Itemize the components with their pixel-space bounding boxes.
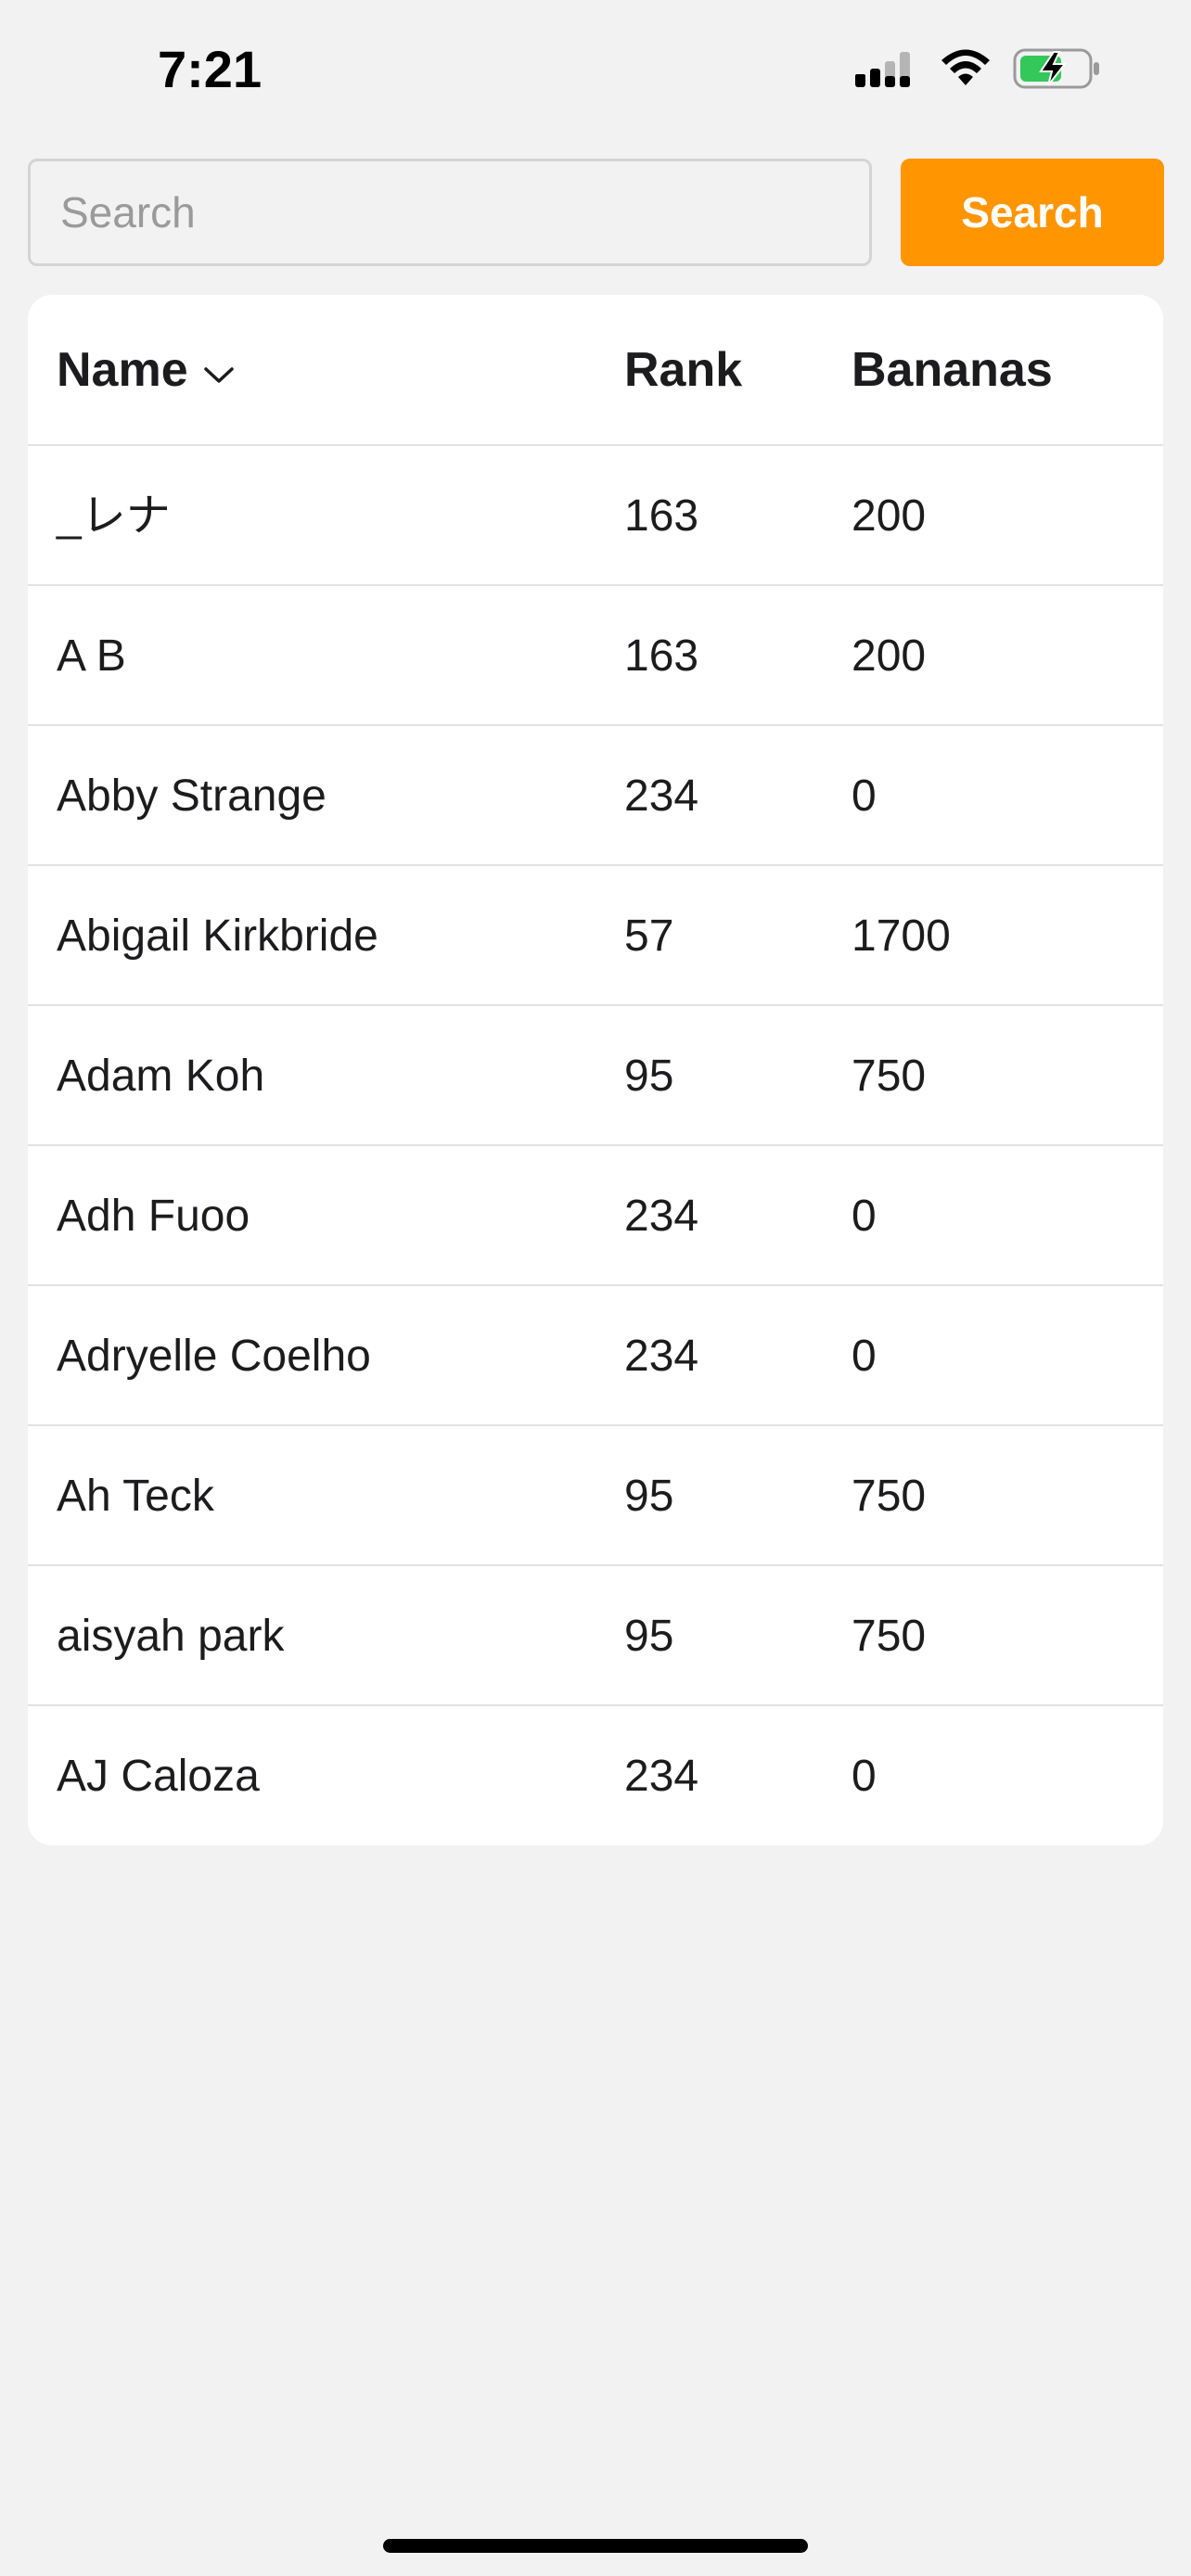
table-row[interactable]: A B 163 200 xyxy=(28,586,1163,726)
cell-name: A B xyxy=(57,631,126,681)
table-row[interactable]: AJ Caloza 234 0 xyxy=(28,1706,1163,1845)
search-row: Search xyxy=(28,159,1164,266)
cell-bananas: 0 xyxy=(852,1192,877,1241)
table-header: Name Rank Bananas xyxy=(28,295,1163,446)
status-time: 7:21 xyxy=(158,40,263,98)
table-row[interactable]: aisyah park 95 750 xyxy=(28,1566,1163,1706)
cell-rank: 234 xyxy=(624,1192,699,1241)
status-icons xyxy=(855,45,1102,96)
status-bar: 7:21 xyxy=(0,0,1191,139)
cell-name: Abigail Kirkbride xyxy=(57,912,378,961)
table-body: _レナ 163 200 A B 163 200 Abby Strange 234… xyxy=(28,446,1163,1845)
cell-rank: 234 xyxy=(624,1332,699,1381)
cell-bananas: 0 xyxy=(852,772,877,821)
cell-name: _レナ xyxy=(57,491,171,541)
cell-bananas: 750 xyxy=(852,1612,927,1661)
cell-name: Abby Strange xyxy=(57,772,327,821)
cellular-signal-icon xyxy=(855,48,918,94)
leaderboard-table: Name Rank Bananas _レナ 163 200 A B 163 20… xyxy=(28,295,1163,1845)
cell-name: Adryelle Coelho xyxy=(57,1332,371,1381)
cell-name: Adam Koh xyxy=(57,1052,265,1101)
table-row[interactable]: Adryelle Coelho 234 0 xyxy=(28,1286,1163,1426)
cell-bananas: 750 xyxy=(852,1472,927,1521)
cell-bananas: 200 xyxy=(852,491,927,541)
cell-rank: 95 xyxy=(624,1052,674,1101)
cell-rank: 163 xyxy=(624,631,699,681)
table-row[interactable]: Abigail Kirkbride 57 1700 xyxy=(28,866,1163,1006)
home-indicator[interactable] xyxy=(383,2539,808,2553)
cell-rank: 234 xyxy=(624,772,699,821)
chevron-down-icon xyxy=(203,295,235,446)
cell-bananas: 0 xyxy=(852,1332,877,1381)
table-row[interactable]: Adam Koh 95 750 xyxy=(28,1006,1163,1146)
table-row[interactable]: Adh Fuoo 234 0 xyxy=(28,1146,1163,1286)
search-button[interactable]: Search xyxy=(901,159,1164,266)
cell-bananas: 1700 xyxy=(852,912,951,961)
table-row[interactable]: Ah Teck 95 750 xyxy=(28,1426,1163,1566)
cell-rank: 95 xyxy=(624,1612,674,1661)
column-header-name[interactable]: Name xyxy=(57,295,235,446)
cell-name: AJ Caloza xyxy=(57,1752,260,1801)
cell-bananas: 200 xyxy=(852,631,927,681)
column-header-rank[interactable]: Rank xyxy=(624,295,742,446)
cell-name: Ah Teck xyxy=(57,1472,214,1521)
cell-bananas: 750 xyxy=(852,1052,927,1101)
cell-bananas: 0 xyxy=(852,1752,877,1801)
table-row[interactable]: _レナ 163 200 xyxy=(28,446,1163,586)
battery-charging-icon xyxy=(1013,47,1102,95)
cell-rank: 234 xyxy=(624,1752,699,1801)
cell-rank: 57 xyxy=(624,912,674,961)
column-header-name-label: Name xyxy=(57,343,188,397)
search-input[interactable] xyxy=(28,159,872,266)
cell-rank: 95 xyxy=(624,1472,674,1521)
column-header-bananas[interactable]: Bananas xyxy=(852,295,1053,446)
table-row[interactable]: Abby Strange 234 0 xyxy=(28,726,1163,866)
cell-name: Adh Fuoo xyxy=(57,1192,250,1241)
cell-name: aisyah park xyxy=(57,1612,285,1661)
wifi-icon xyxy=(939,48,992,94)
cell-rank: 163 xyxy=(624,491,699,541)
